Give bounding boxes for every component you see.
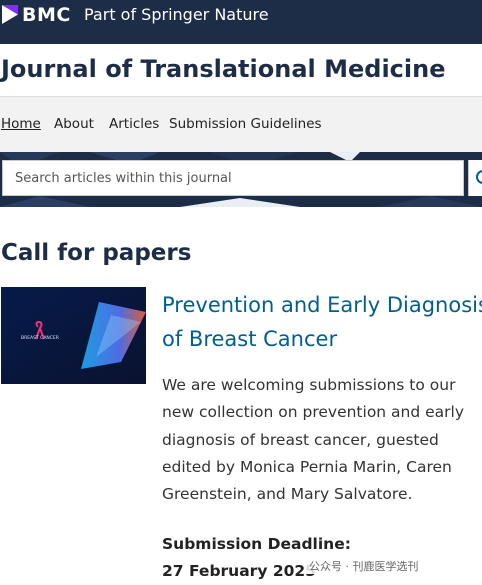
nav-articles[interactable]: Articles — [109, 116, 159, 132]
journal-title[interactable]: Journal of Translational Medicine — [1, 55, 445, 83]
search-button[interactable] — [468, 160, 482, 196]
article-title-link[interactable]: Prevention and Early Diagnosis of Breast… — [162, 288, 482, 356]
nav-home[interactable]: Home — [1, 116, 41, 132]
wechat-watermark: 公众号 · 刊鹿医学选刊 — [305, 558, 423, 574]
bmc-brand[interactable]: BMC — [22, 4, 71, 26]
bmc-logo-icon[interactable] — [2, 5, 18, 24]
call-for-papers-heading: Call for papers — [1, 240, 192, 266]
journal-nav: Home About Articles Submission Guideline… — [0, 96, 482, 153]
article-description: We are welcoming submissions to our new … — [162, 376, 465, 504]
article-thumbnail[interactable]: BREAST CANCER — [1, 287, 146, 384]
top-bar: BMC Part of Springer Nature — [0, 0, 482, 44]
nav-submission-guidelines[interactable]: Submission Guidelines — [169, 116, 322, 132]
deadline-label: Submission Deadline: — [162, 535, 351, 553]
search-icon — [476, 170, 482, 184]
nav-about[interactable]: About — [54, 116, 94, 132]
search-input[interactable] — [2, 160, 464, 196]
deadline-date: 27 February 2025 — [162, 562, 316, 580]
springer-nature-link[interactable]: Part of Springer Nature — [84, 5, 269, 24]
thumbnail-caption: BREAST CANCER — [21, 335, 59, 341]
